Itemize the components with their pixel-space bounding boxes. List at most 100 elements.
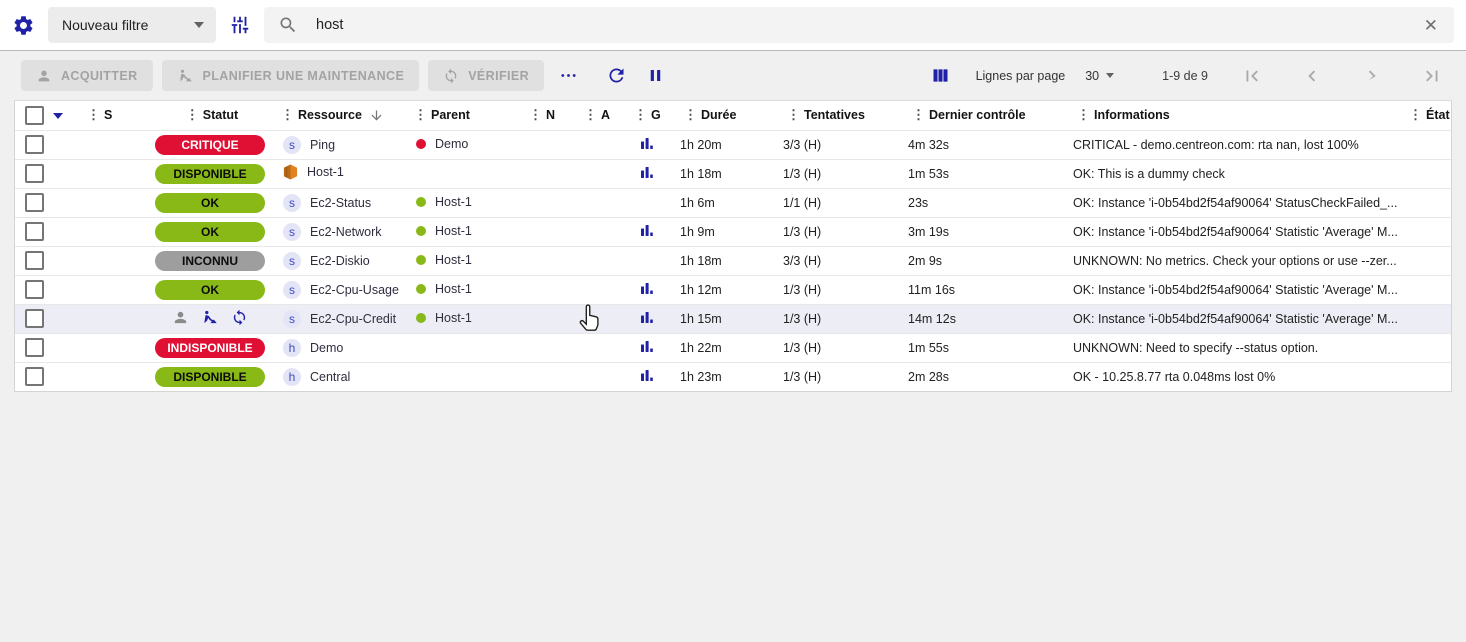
resource-name[interactable]: Ec2-Status	[310, 196, 371, 210]
graph-icon[interactable]	[630, 165, 654, 179]
toolbar: ACQUITTER PLANIFIER UNE MAINTENANCE VÉRI…	[0, 51, 1466, 100]
search-icon	[278, 15, 298, 35]
column-drag-handle-icon[interactable]: ⋮	[87, 107, 100, 123]
resource-name[interactable]: Central	[310, 370, 350, 384]
previous-page-button[interactable]	[1294, 65, 1330, 87]
column-label[interactable]: Tentatives	[804, 108, 865, 122]
parent-name[interactable]: Host-1	[435, 282, 472, 296]
sort-desc-icon[interactable]	[369, 108, 384, 123]
column-label[interactable]: Dernier contrôle	[929, 108, 1026, 122]
graph-icon[interactable]	[630, 136, 654, 150]
row-checkbox[interactable]	[25, 280, 44, 299]
column-label[interactable]: Ressource	[298, 108, 362, 122]
row-checkbox[interactable]	[25, 135, 44, 154]
column-drag-handle-icon[interactable]: ⋮	[281, 107, 294, 123]
column-label[interactable]: Parent	[431, 108, 470, 122]
graph-icon[interactable]	[630, 339, 654, 353]
row-checkbox[interactable]	[25, 367, 44, 386]
tries-value: 1/3 (H)	[775, 304, 900, 333]
graph-icon[interactable]	[630, 310, 654, 324]
column-drag-handle-icon[interactable]: ⋮	[414, 107, 427, 123]
acknowledge-button[interactable]: ACQUITTER	[21, 60, 153, 91]
row-checkbox[interactable]	[25, 338, 44, 357]
resource-name[interactable]: Host-1	[307, 165, 344, 179]
pause-button[interactable]	[641, 66, 670, 85]
graph-icon[interactable]	[630, 223, 654, 237]
column-label[interactable]: Informations	[1094, 108, 1170, 122]
column-drag-handle-icon[interactable]: ⋮	[634, 107, 647, 123]
column-label[interactable]: A	[601, 108, 610, 122]
column-drag-handle-icon[interactable]: ⋮	[584, 107, 597, 123]
column-drag-handle-icon[interactable]: ⋮	[912, 107, 925, 123]
table-row[interactable]: DISPONIBLEhCentral1h 23m1/3 (H)2m 28sOK …	[15, 362, 1451, 391]
parent-name[interactable]: Host-1	[435, 253, 472, 267]
column-label[interactable]: N	[546, 108, 555, 122]
search-input[interactable]	[314, 16, 1406, 34]
sync-icon	[443, 68, 459, 84]
table-row[interactable]: INDISPONIBLEhDemo1h 22m1/3 (H)1m 55sUNKN…	[15, 333, 1451, 362]
resource-type-badge-s: s	[283, 223, 301, 241]
row-checkbox[interactable]	[25, 309, 44, 328]
last-page-button[interactable]	[1414, 65, 1450, 87]
table-row[interactable]: sEc2-Cpu-CreditHost-11h 15m1/3 (H)14m 12…	[15, 304, 1451, 333]
resource-name[interactable]: Ec2-Diskio	[310, 254, 370, 268]
information-text: UNKNOWN: No metrics. Check your options …	[1065, 246, 1405, 275]
table-row[interactable]: OKsEc2-StatusHost-11h 6m1/1 (H)23sOK: In…	[15, 188, 1451, 217]
settings-gear-icon[interactable]	[12, 14, 35, 37]
rows-per-page-select[interactable]: 30	[1085, 69, 1114, 83]
parent-name[interactable]: Host-1	[435, 224, 472, 238]
status-badge: INCONNU	[155, 251, 265, 271]
parent-status-dot	[416, 197, 426, 207]
graph-icon[interactable]	[630, 368, 654, 382]
clear-search-icon[interactable]: ✕	[1422, 15, 1440, 36]
tries-value: 1/3 (H)	[775, 217, 900, 246]
state-icons	[143, 309, 277, 326]
filter-select[interactable]: Nouveau filtre	[48, 7, 216, 43]
parent-name[interactable]: Demo	[435, 137, 468, 151]
maintenance-button[interactable]: PLANIFIER UNE MAINTENANCE	[162, 60, 420, 91]
row-checkbox[interactable]	[25, 251, 44, 270]
table-row[interactable]: OKsEc2-NetworkHost-11h 9m1/3 (H)3m 19sOK…	[15, 217, 1451, 246]
row-checkbox[interactable]	[25, 193, 44, 212]
parent-status-dot	[416, 284, 426, 294]
column-drag-handle-icon[interactable]: ⋮	[1409, 107, 1422, 123]
resource-name[interactable]: Ec2-Cpu-Credit	[310, 312, 396, 326]
table-row[interactable]: OKsEc2-Cpu-UsageHost-11h 12m1/3 (H)11m 1…	[15, 275, 1451, 304]
resource-name[interactable]: Ec2-Network	[310, 225, 382, 239]
column-drag-handle-icon[interactable]: ⋮	[186, 107, 199, 123]
column-header-expand	[53, 101, 83, 130]
column-drag-handle-icon[interactable]: ⋮	[787, 107, 800, 123]
expand-rows-arrow-icon[interactable]	[53, 113, 63, 119]
columns-settings-icon[interactable]	[925, 65, 956, 86]
resource-name[interactable]: Demo	[310, 341, 343, 355]
first-page-button[interactable]	[1234, 65, 1270, 87]
column-label[interactable]: G	[651, 108, 661, 122]
refresh-button[interactable]	[601, 65, 632, 86]
graph-icon[interactable]	[630, 281, 654, 295]
column-label[interactable]: S	[104, 108, 112, 122]
parent-name[interactable]: Host-1	[435, 195, 472, 209]
parent-name[interactable]: Host-1	[435, 311, 472, 325]
next-page-button[interactable]	[1354, 65, 1390, 87]
tune-filter-icon[interactable]	[229, 14, 251, 36]
column-label[interactable]: Durée	[701, 108, 736, 122]
resource-name[interactable]: Ec2-Cpu-Usage	[310, 283, 399, 297]
column-drag-handle-icon[interactable]: ⋮	[684, 107, 697, 123]
table-row[interactable]: DISPONIBLEHost-11h 18m1/3 (H)1m 53sOK: T…	[15, 159, 1451, 188]
column-label[interactable]: État	[1426, 108, 1450, 122]
duration-value: 1h 9m	[672, 217, 775, 246]
information-text: UNKNOWN: Need to specify --status option…	[1065, 333, 1405, 362]
row-checkbox[interactable]	[25, 164, 44, 183]
column-drag-handle-icon[interactable]: ⋮	[529, 107, 542, 123]
search-box[interactable]: ✕	[264, 7, 1454, 43]
column-label[interactable]: Statut	[203, 108, 238, 122]
more-actions-button[interactable]	[553, 65, 584, 86]
select-all-checkbox[interactable]	[25, 106, 44, 125]
row-checkbox[interactable]	[25, 222, 44, 241]
acknowledge-label: ACQUITTER	[61, 69, 138, 83]
check-button[interactable]: VÉRIFIER	[428, 60, 544, 91]
column-drag-handle-icon[interactable]: ⋮	[1077, 107, 1090, 123]
table-row[interactable]: INCONNUsEc2-DiskioHost-11h 18m3/3 (H)2m …	[15, 246, 1451, 275]
table-row[interactable]: CRITIQUEsPingDemo1h 20m3/3 (H)4m 32sCRIT…	[15, 130, 1451, 159]
resource-name[interactable]: Ping	[310, 138, 335, 152]
